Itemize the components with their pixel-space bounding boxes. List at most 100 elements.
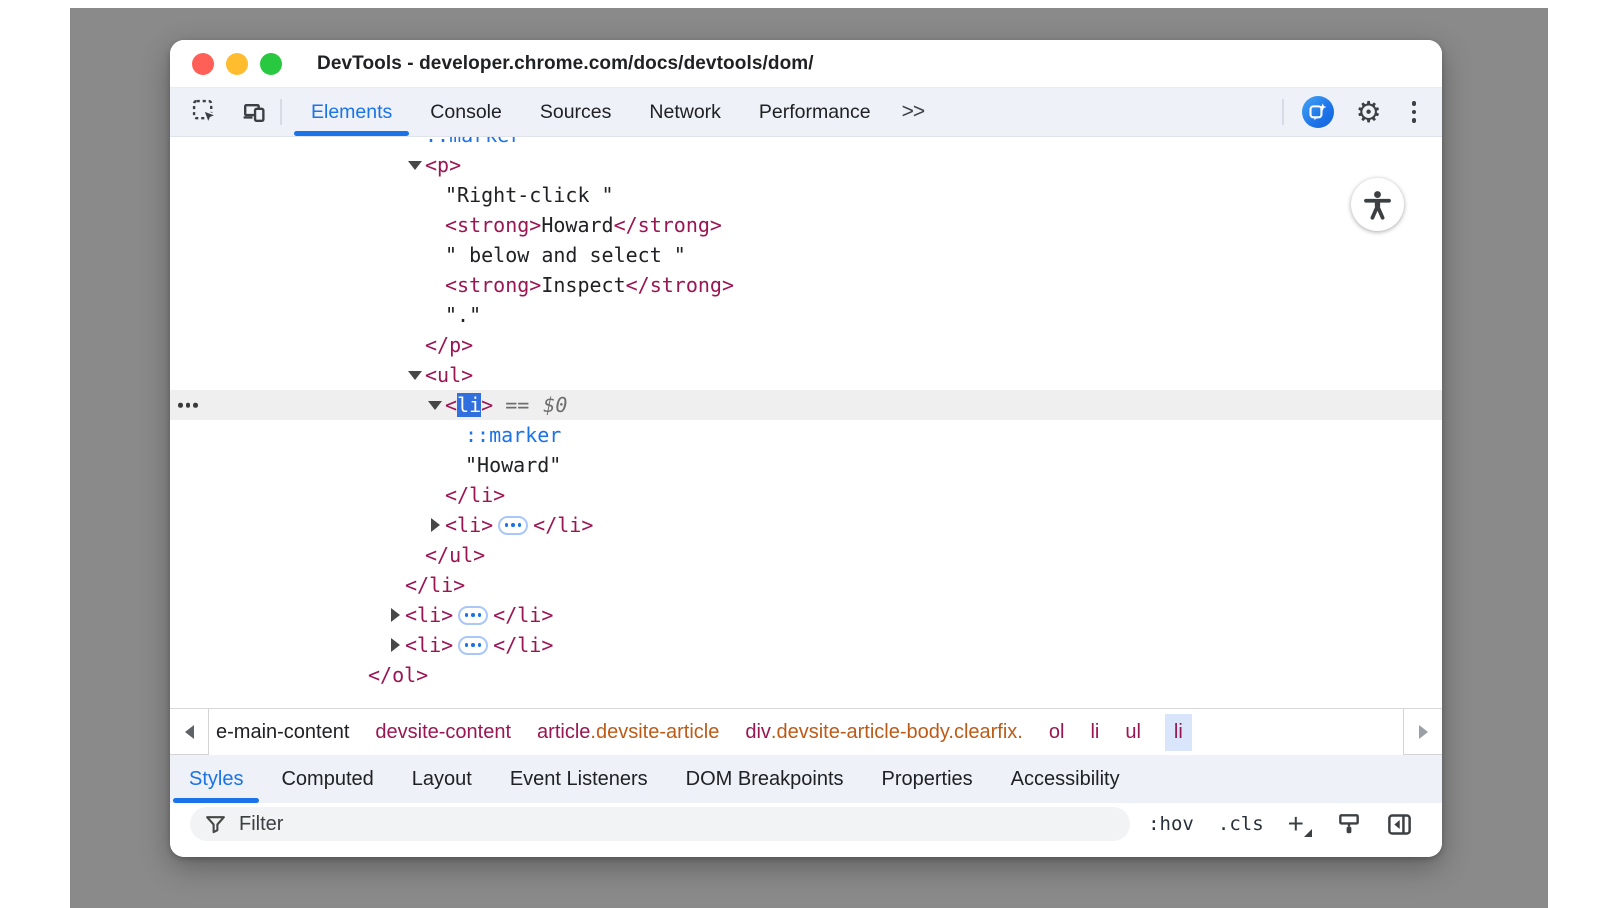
- ellipsis-dot-icon: [465, 643, 469, 647]
- accessibility-floating-button[interactable]: [1351, 178, 1404, 231]
- tab-network[interactable]: Network: [630, 88, 740, 136]
- chevron-down-icon[interactable]: [405, 371, 425, 380]
- rendering-brush-icon[interactable]: [1336, 811, 1362, 837]
- sidebar-tab-layout[interactable]: Layout: [393, 755, 491, 803]
- dom-tree-row[interactable]: ".": [170, 300, 1442, 330]
- sidebar-tab-event-listeners[interactable]: Event Listeners: [491, 755, 667, 803]
- breadcrumb-item[interactable]: li: [1165, 714, 1192, 751]
- code-tag: <p>: [425, 153, 461, 177]
- zoom-window-button[interactable]: [260, 53, 282, 75]
- dom-tree-row[interactable]: </p>: [170, 330, 1442, 360]
- dom-tree-row[interactable]: <li> </li>: [170, 600, 1442, 630]
- ai-assistance-icon[interactable]: [1302, 96, 1334, 128]
- breadcrumb-item[interactable]: ul: [1123, 714, 1143, 751]
- dom-tree-row[interactable]: <li></li>: [170, 510, 1442, 540]
- dom-tree-row[interactable]: ::marker: [170, 420, 1442, 450]
- more-tabs-button[interactable]: >>: [890, 100, 937, 124]
- row-options-dots-icon[interactable]: [178, 403, 198, 408]
- settings-gear-icon[interactable]: ⚙: [1356, 98, 1382, 127]
- dom-tree-row[interactable]: <p>: [170, 150, 1442, 180]
- ellipsis-dot-icon: [478, 613, 482, 617]
- code-tag: </strong>: [626, 273, 734, 297]
- kebab-menu-icon[interactable]: [1408, 97, 1421, 127]
- chevron-down-icon[interactable]: [425, 401, 445, 410]
- chevron-down-icon[interactable]: [405, 161, 425, 170]
- sidebar-tab-computed[interactable]: Computed: [262, 755, 392, 803]
- ellipsis-dot-icon: [465, 613, 469, 617]
- tab-elements[interactable]: Elements: [292, 88, 411, 136]
- breadcrumb-item[interactable]: ol: [1047, 714, 1067, 751]
- code-tag: <strong>: [445, 273, 541, 297]
- chevron-right-icon[interactable]: [385, 638, 405, 652]
- breadcrumb-part-tag: li: [1090, 721, 1099, 744]
- code-tag: <li>: [405, 603, 453, 627]
- triangle-glyph: [391, 608, 400, 622]
- code-tag: </strong>: [614, 213, 722, 237]
- dom-tree-row[interactable]: </ul>: [170, 540, 1442, 570]
- dom-tree-row[interactable]: " below and select ": [170, 240, 1442, 270]
- dom-tree-row[interactable]: </li>: [170, 570, 1442, 600]
- ellipsis-expand-button[interactable]: [458, 606, 488, 625]
- code-text-node: Inspect: [541, 273, 625, 297]
- styles-filter-input[interactable]: Filter: [190, 807, 1130, 841]
- breadcrumb-item[interactable]: li: [1088, 714, 1101, 751]
- sidebar-tab-accessibility[interactable]: Accessibility: [992, 755, 1139, 803]
- devtools-window: DevTools - developer.chrome.com/docs/dev…: [170, 40, 1442, 857]
- chevron-left-icon: [185, 725, 194, 739]
- breadcrumb-scroll-right-button[interactable]: [1403, 709, 1442, 755]
- dom-tree-row[interactable]: "Right-click ": [170, 180, 1442, 210]
- code-text-node: Howard: [541, 213, 613, 237]
- ellipsis-expand-button[interactable]: [498, 516, 528, 535]
- dot-icon: [186, 403, 191, 408]
- ellipsis-dot-icon: [518, 523, 522, 527]
- code-tag: <strong>: [445, 213, 541, 237]
- chevron-right-icon[interactable]: [385, 608, 405, 622]
- toggle-element-state-button[interactable]: :hov: [1148, 813, 1194, 835]
- dom-tree-row[interactable]: </li>: [170, 480, 1442, 510]
- sidebar-tab-properties[interactable]: Properties: [863, 755, 992, 803]
- code-text-node: " below and select ": [445, 243, 686, 267]
- code-tag: </li>: [493, 603, 553, 627]
- toolbar-right-divider: [1282, 99, 1284, 125]
- tab-console[interactable]: Console: [411, 88, 521, 136]
- breadcrumb-scroll-left-button[interactable]: [170, 709, 209, 755]
- selected-tag-name: li: [457, 393, 481, 417]
- breadcrumb-item[interactable]: div.devsite-article-body.clearfix.: [743, 714, 1025, 751]
- dom-tree-row[interactable]: <li></li>: [170, 630, 1442, 660]
- window-titlebar: DevTools - developer.chrome.com/docs/dev…: [170, 40, 1442, 88]
- dom-tree-row[interactable]: <strong>Howard</strong>: [170, 210, 1442, 240]
- close-window-button[interactable]: [192, 53, 214, 75]
- filter-placeholder: Filter: [239, 813, 283, 836]
- new-style-rule-button[interactable]: +: [1288, 810, 1312, 838]
- dom-tree-row[interactable]: </ol>: [170, 660, 1442, 690]
- inspect-element-icon[interactable]: [188, 95, 222, 129]
- triangle-glyph: [431, 518, 440, 532]
- ellipsis-expand-button[interactable]: [458, 636, 488, 655]
- breadcrumb-part-plain: e-main-content: [216, 721, 349, 744]
- tab-performance[interactable]: Performance: [740, 88, 890, 136]
- sidebar-tab-dom-breakpoints[interactable]: DOM Breakpoints: [667, 755, 863, 803]
- ellipsis-dot-icon: [471, 643, 475, 647]
- code-tag: <ul>: [425, 363, 473, 387]
- breadcrumb-item[interactable]: e-main-content: [214, 714, 351, 751]
- breadcrumb-item[interactable]: devsite-content: [373, 714, 513, 751]
- device-toolbar-icon[interactable]: [236, 95, 270, 129]
- minimize-window-button[interactable]: [226, 53, 248, 75]
- dom-tree-row[interactable]: <strong>Inspect</strong>: [170, 270, 1442, 300]
- sidebar-tab-styles[interactable]: Styles: [170, 755, 262, 803]
- dom-tree-row[interactable]: "Howard": [170, 450, 1442, 480]
- dom-tree-row[interactable]: <li>==$0: [170, 390, 1442, 420]
- tab-sources[interactable]: Sources: [521, 88, 631, 136]
- window-title: DevTools - developer.chrome.com/docs/dev…: [317, 53, 814, 75]
- breadcrumb-item[interactable]: article.devsite-article: [535, 714, 721, 751]
- breadcrumb: e-main-content devsite-content article.dev…: [209, 709, 1399, 755]
- code-tag: <: [445, 393, 457, 417]
- code-tag: </ol>: [368, 663, 428, 687]
- dock-sidebar-icon[interactable]: [1386, 811, 1413, 838]
- dot-icon: [178, 403, 183, 408]
- breadcrumb-part-tag: devsite-content: [375, 721, 511, 744]
- dom-tree-row[interactable]: ::marker: [170, 137, 1442, 150]
- chevron-right-icon[interactable]: [425, 518, 445, 532]
- toggle-class-button[interactable]: .cls: [1218, 813, 1264, 835]
- dom-tree-row[interactable]: <ul>: [170, 360, 1442, 390]
